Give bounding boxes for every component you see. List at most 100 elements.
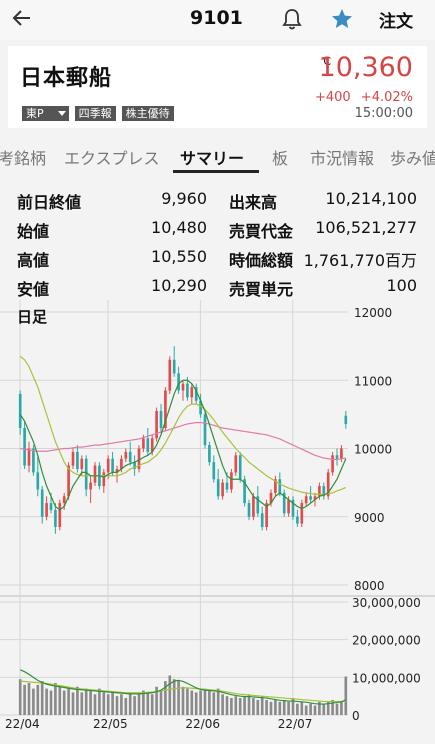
volume-bar bbox=[18, 679, 22, 715]
volume-bar bbox=[208, 690, 211, 715]
price-tick-label: 10000 bbox=[354, 443, 392, 457]
volume-tick-label: 30,000,000 bbox=[352, 596, 421, 610]
candle-body bbox=[120, 458, 123, 469]
shareholder-benefit-badge[interactable]: 株主優待 bbox=[121, 106, 174, 121]
price-time: 15:00:00 bbox=[354, 106, 413, 121]
candle-body bbox=[304, 496, 308, 504]
candle-body bbox=[340, 448, 343, 459]
volume-bar bbox=[269, 701, 273, 715]
stat-label: 高値 bbox=[17, 251, 50, 270]
volume-bar bbox=[49, 690, 53, 715]
volume-bar bbox=[340, 701, 343, 715]
stat-value: 106,521,277 bbox=[315, 218, 417, 237]
stock-name: 日本郵船 bbox=[20, 66, 113, 91]
candle-body bbox=[159, 410, 163, 429]
volume-bar bbox=[80, 692, 84, 715]
candle-body bbox=[124, 451, 128, 459]
volume-bar bbox=[124, 698, 128, 715]
market-dropdown[interactable]: 東P bbox=[22, 106, 69, 121]
volume-bar bbox=[120, 694, 123, 715]
date-tick-label: 22/05 bbox=[93, 717, 128, 731]
candle-body bbox=[18, 393, 22, 429]
volume-bar bbox=[252, 698, 255, 715]
volume-bar bbox=[84, 688, 88, 715]
volume-bar bbox=[40, 681, 44, 715]
candle-body bbox=[111, 458, 114, 473]
volume-bar bbox=[216, 688, 220, 715]
volume-bar bbox=[322, 703, 326, 715]
candle-body bbox=[106, 458, 110, 473]
volume-bar bbox=[287, 701, 290, 715]
shikiho-badge[interactable]: 四季報 bbox=[74, 106, 116, 121]
volume-bar bbox=[278, 701, 282, 715]
stat-label: 始値 bbox=[17, 222, 50, 241]
tab-board[interactable]: 板 bbox=[272, 145, 288, 169]
volume-bar bbox=[300, 701, 304, 715]
favorite-star-icon[interactable] bbox=[330, 7, 354, 31]
candle-body bbox=[208, 445, 211, 463]
candle-body bbox=[76, 451, 79, 469]
volume-bar bbox=[181, 686, 185, 715]
candle-body bbox=[212, 462, 216, 480]
volume-bar bbox=[76, 686, 79, 715]
volume-bar bbox=[274, 699, 277, 715]
candle-body bbox=[62, 496, 66, 504]
candle-body bbox=[128, 451, 132, 463]
stat-label: 安値 bbox=[17, 280, 50, 299]
candle-body bbox=[252, 496, 255, 517]
back-arrow-icon[interactable] bbox=[10, 5, 36, 31]
tab-bar: 考銘柄 エクスプレス サマリー 板 市況情報 歩み値 bbox=[0, 143, 435, 173]
volume-bar bbox=[45, 688, 48, 715]
candle-body bbox=[190, 387, 194, 398]
volume-bar bbox=[137, 694, 141, 715]
volume-tick-label: 20,000,000 bbox=[352, 634, 421, 648]
volume-bar bbox=[212, 692, 216, 715]
bell-icon[interactable] bbox=[281, 7, 303, 31]
daily-chart[interactable]: 12000 11000 10000 9000 8000 30,000,000 20,000,… bbox=[0, 300, 435, 744]
volume-bar bbox=[177, 681, 180, 715]
candle-body bbox=[225, 482, 229, 490]
volume-bar bbox=[23, 684, 26, 715]
volume-bar bbox=[225, 696, 229, 715]
candle-body bbox=[71, 451, 75, 466]
candle-body bbox=[221, 482, 224, 497]
volume-tick-label: 0 bbox=[352, 709, 360, 723]
volume-bar bbox=[36, 684, 40, 715]
candle-body bbox=[23, 428, 26, 466]
stats-row: 前日終値 9,960 出来高 10,214,100 bbox=[17, 189, 421, 213]
tab-time-and-sales[interactable]: 歩み値 bbox=[390, 145, 435, 169]
volume-bar bbox=[98, 688, 101, 715]
volume-bar bbox=[186, 688, 189, 715]
candle-body bbox=[168, 359, 172, 391]
volume-bar bbox=[247, 694, 251, 715]
candle-body bbox=[309, 496, 312, 500]
candle-body bbox=[177, 373, 180, 391]
current-price: 10,360 bbox=[318, 52, 413, 83]
stats-row: 高値 10,550 時価総額 1,761,770百万 bbox=[17, 247, 421, 271]
tab-reference-stocks[interactable]: 考銘柄 bbox=[0, 145, 46, 169]
volume-bar bbox=[102, 692, 106, 715]
volume-bar bbox=[32, 688, 35, 715]
candle-body bbox=[45, 503, 48, 517]
tab-market-info[interactable]: 市況情報 bbox=[310, 145, 374, 169]
price-tick-label: 8000 bbox=[354, 579, 385, 593]
candle-body bbox=[93, 465, 97, 483]
volume-bar bbox=[89, 690, 92, 715]
volume-bar bbox=[128, 692, 132, 715]
candle-body bbox=[142, 438, 145, 449]
volume-bar bbox=[106, 694, 110, 715]
candle-body bbox=[296, 516, 299, 524]
tab-summary[interactable]: サマリー bbox=[180, 145, 244, 169]
stat-value: 10,550 bbox=[151, 247, 207, 266]
candle-body bbox=[80, 458, 84, 469]
volume-bar bbox=[146, 692, 150, 715]
price-tick-label: 9000 bbox=[354, 511, 385, 525]
volume-bar bbox=[115, 696, 119, 715]
stat-value: 10,214,100 bbox=[325, 189, 417, 208]
candle-body bbox=[260, 513, 264, 527]
order-button[interactable]: 注文 bbox=[379, 7, 413, 32]
market-label: 東P bbox=[26, 107, 44, 120]
tab-express[interactable]: エクスプレス bbox=[64, 145, 160, 169]
stats-row: 安値 10,290 売買単元 100 bbox=[17, 276, 421, 300]
candle-body bbox=[331, 455, 334, 473]
